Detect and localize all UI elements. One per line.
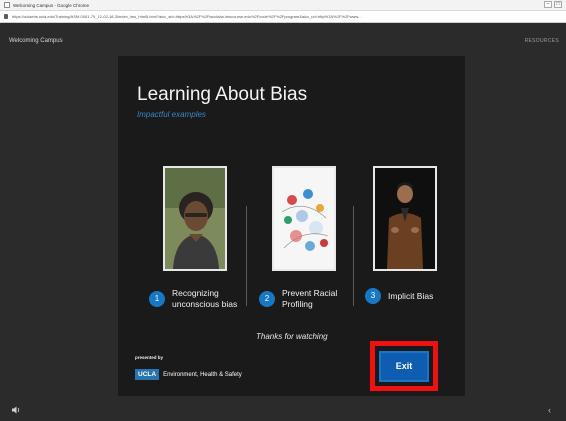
presented-by-label: presented by — [135, 355, 164, 360]
maximize-button[interactable]: □ — [554, 1, 562, 8]
people-illustration-image — [274, 168, 334, 269]
slide-subtitle: Impactful examples — [137, 110, 206, 119]
divider — [353, 206, 354, 306]
ucla-ehs-logo: UCLA Environment, Health & Safety — [135, 369, 242, 380]
window-title: Welcoming Campus - Google Chrome — [13, 2, 89, 8]
number-badge: 2 — [259, 291, 275, 307]
topic-1[interactable]: 1 Recognizing unconscious bias — [149, 288, 237, 310]
course-title: Welcoming Campus — [9, 38, 63, 44]
volume-icon[interactable] — [11, 405, 21, 415]
slide-title: Learning About Bias — [137, 84, 308, 105]
window-controls: – □ — [544, 1, 562, 8]
exit-button[interactable]: Exit — [379, 351, 429, 382]
page-favicon-icon — [4, 2, 10, 8]
minimize-button[interactable]: – — [544, 1, 552, 8]
course-header: Welcoming Campus RESOURCES — [0, 23, 566, 53]
resources-link[interactable]: RESOURCES — [525, 38, 559, 44]
topic-label: Recognizing unconscious bias — [172, 288, 238, 309]
address-bar[interactable]: https://uclaehs.ucla.edu/Training/ASM-00… — [0, 11, 566, 23]
woman-portrait-image — [165, 168, 225, 269]
department-name: Environment, Health & Safety — [163, 371, 242, 378]
thanks-text: Thanks for watching — [256, 332, 328, 341]
topic-1-image[interactable] — [163, 166, 227, 271]
number-badge: 3 — [365, 288, 381, 304]
speaker-photo-image — [375, 168, 435, 269]
chevron-left-icon[interactable]: ‹ — [548, 405, 551, 415]
number-badge: 1 — [149, 291, 165, 307]
topic-2[interactable]: 2 Prevent Racial Profiling — [259, 288, 337, 310]
topic-label: Implicit Bias — [388, 290, 434, 301]
exit-highlight-box: Exit — [370, 341, 438, 391]
divider — [246, 206, 247, 306]
ucla-logo-box: UCLA — [135, 369, 160, 380]
topic-label: Prevent Racial Profiling — [282, 288, 338, 309]
topic-3-image[interactable] — [373, 166, 437, 271]
browser-titlebar: Welcoming Campus - Google Chrome – □ — [0, 0, 566, 11]
slide-stage: Learning About Bias Impactful examples 1… — [118, 56, 465, 396]
lock-icon — [4, 14, 8, 19]
topic-2-image[interactable] — [272, 166, 336, 271]
url-text[interactable]: https://uclaehs.ucla.edu/Training/ASM-00… — [12, 14, 532, 19]
topic-3[interactable]: 3 Implicit Bias — [365, 288, 433, 304]
